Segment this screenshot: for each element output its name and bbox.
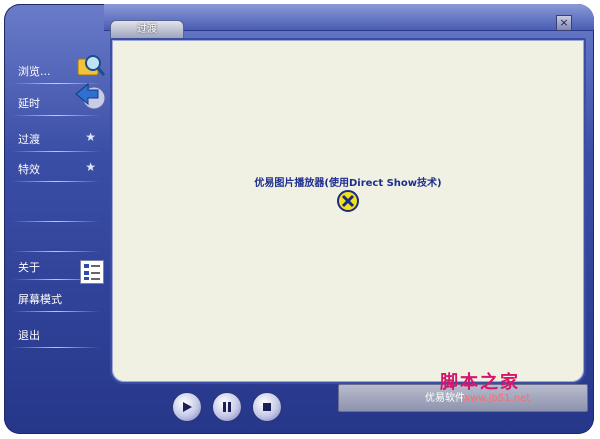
divider bbox=[12, 221, 100, 222]
divider bbox=[12, 115, 100, 116]
sidebar-spacer bbox=[12, 224, 100, 252]
play-button[interactable] bbox=[172, 392, 202, 422]
playback-controls bbox=[160, 392, 300, 426]
sidebar-item-label: 浏览... bbox=[18, 65, 51, 78]
divider bbox=[12, 181, 100, 182]
sidebar-item-label: 屏幕模式 bbox=[18, 293, 62, 306]
divider bbox=[12, 151, 100, 152]
sidebar-item-label: 过渡 bbox=[18, 133, 40, 146]
error-icon bbox=[337, 190, 359, 212]
status-message: 优易图片播放器(使用Direct Show技术) bbox=[254, 178, 442, 189]
image-display-area: 优易图片播放器(使用Direct Show技术) bbox=[110, 38, 586, 384]
divider bbox=[12, 311, 100, 312]
stop-button[interactable] bbox=[252, 392, 282, 422]
close-button[interactable]: × bbox=[556, 15, 572, 31]
star-icon: ★ bbox=[85, 160, 96, 174]
sidebar-item-label: 关于 bbox=[18, 261, 40, 274]
about-icon[interactable] bbox=[80, 260, 104, 284]
tab-transition[interactable]: 过渡 bbox=[110, 20, 184, 39]
delay-icon[interactable] bbox=[74, 80, 108, 110]
divider bbox=[12, 347, 100, 348]
sidebar-menu: 浏览... 延时 过渡 ★ 特效 ★ 关于 屏幕模式 退出 bbox=[8, 48, 106, 358]
browse-icon[interactable] bbox=[76, 51, 106, 81]
sidebar-item-transition[interactable]: 过渡 ★ bbox=[12, 124, 100, 152]
sidebar-item-exit[interactable]: 退出 bbox=[12, 320, 100, 348]
sidebar-item-screen-mode[interactable]: 屏幕模式 bbox=[12, 284, 100, 312]
sidebar-spacer bbox=[12, 194, 100, 222]
sidebar-item-label: 特效 bbox=[18, 163, 40, 176]
sidebar-item-label: 退出 bbox=[18, 329, 40, 342]
stop-icon bbox=[263, 403, 271, 411]
sidebar-item-label: 延时 bbox=[18, 97, 40, 110]
watermark-url: www.jb51.net bbox=[462, 393, 531, 404]
sidebar-item-effects[interactable]: 特效 ★ bbox=[12, 154, 100, 182]
pause-button[interactable] bbox=[212, 392, 242, 422]
pause-icon bbox=[223, 402, 231, 412]
play-icon bbox=[183, 402, 192, 412]
star-icon: ★ bbox=[85, 130, 96, 144]
